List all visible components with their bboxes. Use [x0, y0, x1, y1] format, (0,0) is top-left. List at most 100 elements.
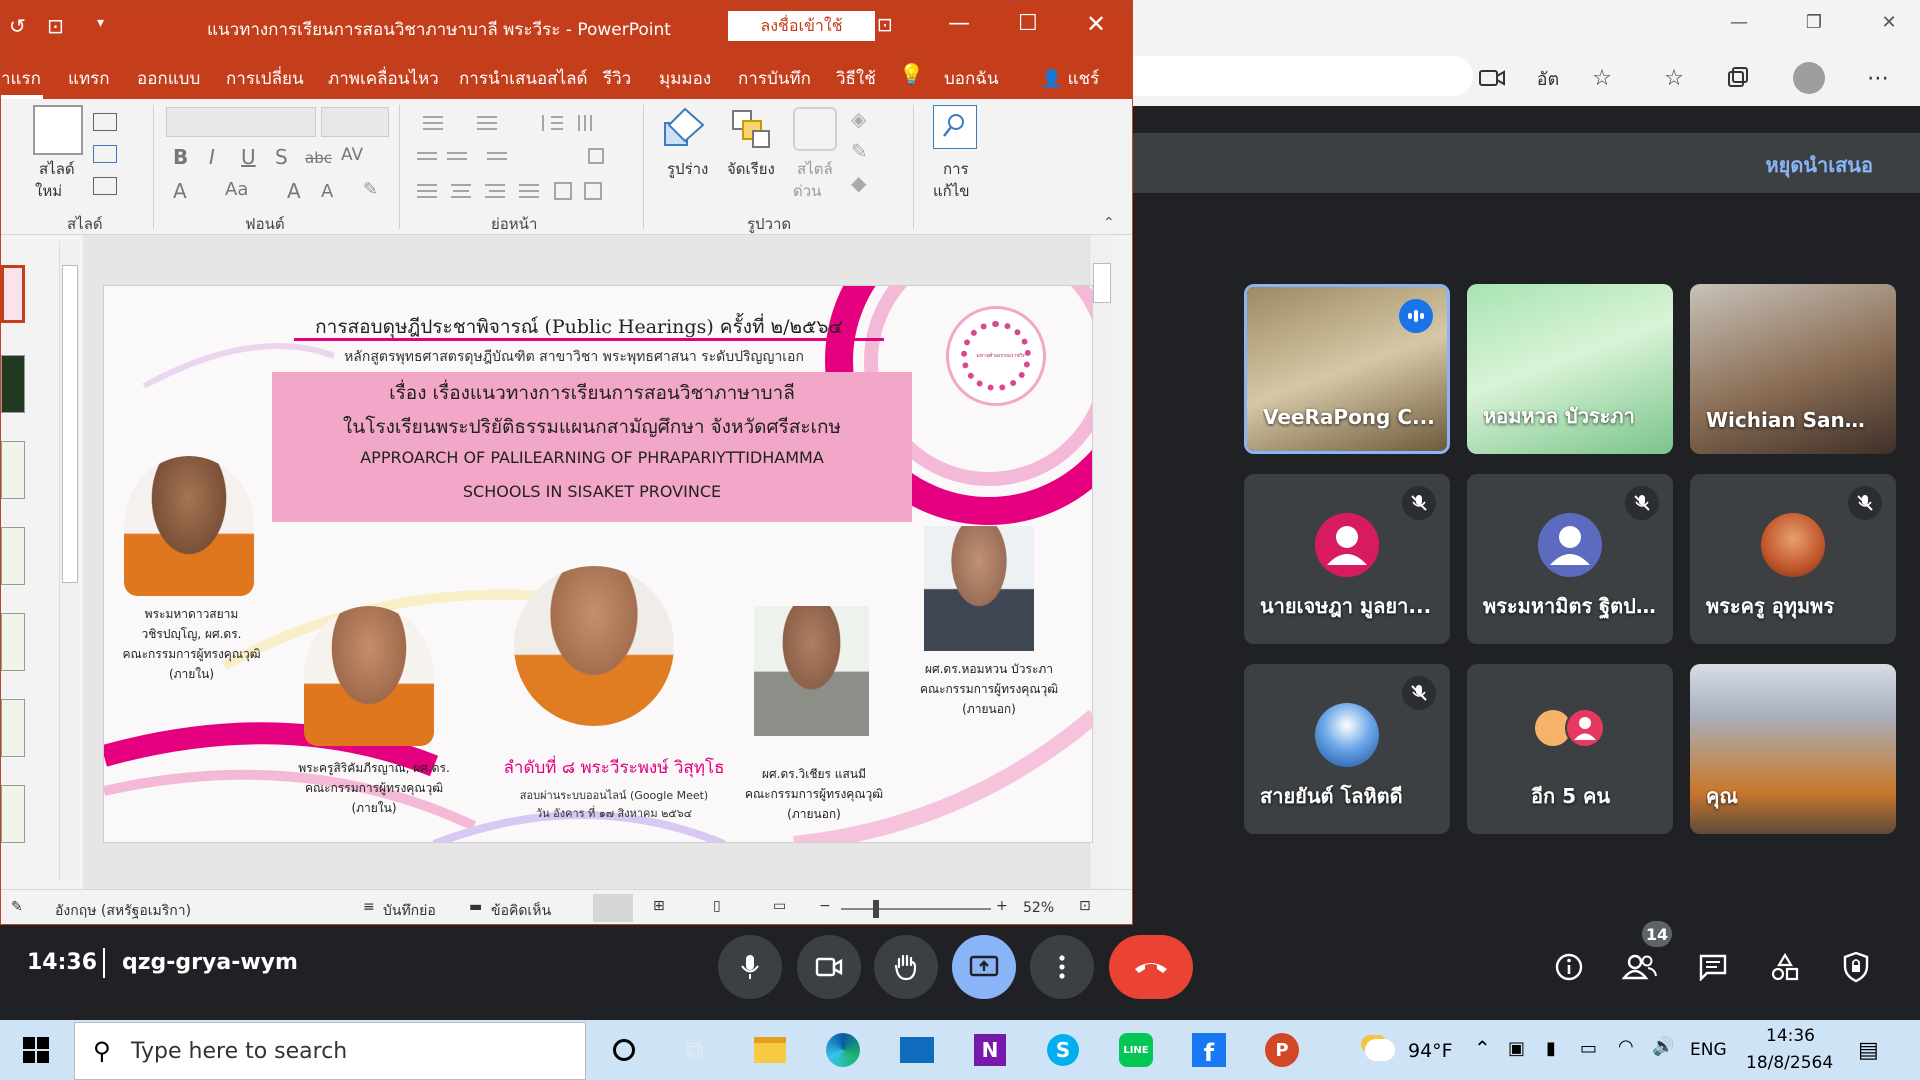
slide-thumbnail[interactable] — [1, 785, 25, 843]
more-options-button[interactable] — [1030, 935, 1094, 999]
slide-thumbnail[interactable] — [1, 441, 25, 499]
zoom-out-icon[interactable]: − — [819, 898, 831, 914]
paragraph-controls[interactable] — [413, 109, 609, 205]
favorite-add-icon[interactable]: ☆ — [1584, 60, 1620, 96]
microphone-tray-icon[interactable]: ▮ — [1546, 1038, 1556, 1059]
font-family-select[interactable] — [166, 107, 316, 137]
tell-me-search[interactable]: บอกฉัน — [944, 65, 999, 92]
show-hidden-icons[interactable]: ⌃ — [1474, 1036, 1491, 1060]
shapes-label[interactable]: รูปร่าง — [667, 157, 708, 181]
close-button[interactable]: ✕ — [1866, 6, 1912, 38]
taskbar-time[interactable]: 14:36 — [1766, 1026, 1815, 1046]
shadow-icon[interactable]: S — [275, 145, 288, 169]
ribbon-display-icon[interactable]: ⊡ — [877, 14, 893, 36]
ppt-maximize-button[interactable]: ☐ — [1018, 11, 1038, 36]
arrange-icon[interactable] — [729, 107, 773, 151]
participant-tile[interactable]: พระมหามิตร ฐิตป... — [1467, 474, 1673, 644]
shape-outline-icon[interactable]: ✎ — [851, 139, 868, 163]
share-button[interactable]: 👤 แชร์ — [1041, 65, 1099, 92]
slide-thumbnail[interactable] — [1, 699, 25, 757]
notes-icon[interactable]: ≡ — [363, 899, 375, 915]
zoom-in-icon[interactable]: + — [996, 898, 1008, 914]
more-participants-tile[interactable]: อีก 5 คน — [1467, 664, 1673, 834]
tab-transitions[interactable]: การเปลี่ยน — [226, 65, 304, 92]
notification-icon[interactable]: ▤ — [1858, 1038, 1879, 1063]
reading-view-icon[interactable]: ▯ — [713, 898, 721, 914]
slide-thumbnail[interactable] — [1, 355, 25, 413]
tab-record[interactable]: การบันทึก — [738, 65, 811, 92]
participant-tile[interactable]: หอมหวล บัวระภา — [1467, 284, 1673, 454]
quick-styles-icon[interactable] — [793, 107, 837, 151]
start-icon[interactable] — [12, 1026, 60, 1074]
normal-view-icon[interactable] — [593, 894, 633, 922]
italic-icon[interactable]: I — [209, 145, 215, 169]
participant-tile[interactable]: Wichian Sanm... — [1690, 284, 1896, 454]
powerpoint-taskbar-icon[interactable]: P — [1258, 1026, 1306, 1074]
char-spacing-icon[interactable]: AV — [341, 145, 363, 165]
facebook-icon[interactable]: f — [1185, 1026, 1233, 1074]
tab-home[interactable]: าแรก — [1, 65, 41, 92]
find-icon[interactable] — [933, 105, 977, 149]
input-language[interactable]: ENG — [1690, 1040, 1727, 1060]
weather-temp[interactable]: 94°F — [1408, 1040, 1453, 1062]
wifi-icon[interactable]: ◠ — [1618, 1036, 1634, 1057]
shape-effects-icon[interactable]: ◆ — [851, 171, 866, 195]
slideshow-view-icon[interactable]: ▭ — [773, 898, 786, 914]
editing-label-2[interactable]: แก้ไข — [933, 179, 970, 203]
shape-fill-icon[interactable]: ◈ — [851, 107, 866, 131]
bold-icon[interactable]: B — [173, 145, 188, 169]
quick-styles-label-2[interactable]: ด่วน — [793, 179, 821, 203]
slide-thumbnail[interactable] — [1, 613, 25, 671]
ppt-close-button[interactable]: ✕ — [1086, 10, 1106, 38]
line-icon[interactable]: LINE — [1112, 1026, 1160, 1074]
comments-button[interactable]: ข้อคิดเห็น — [491, 900, 551, 922]
cortana-icon[interactable] — [600, 1026, 648, 1074]
battery-icon[interactable]: ▭ — [1580, 1038, 1597, 1059]
autosave-icon[interactable]: ↺ — [9, 14, 26, 38]
onenote-icon[interactable]: N — [966, 1026, 1014, 1074]
quick-styles-label[interactable]: สไตล์ — [797, 157, 833, 181]
skype-icon[interactable]: S — [1039, 1026, 1087, 1074]
spelling-icon[interactable]: ✎ — [11, 899, 23, 915]
mail-icon[interactable] — [893, 1026, 941, 1074]
tab-review[interactable]: รีวิว — [603, 65, 631, 92]
shapes-icon[interactable] — [663, 107, 707, 151]
taskbar-search[interactable]: ⚲ Type here to search — [74, 1022, 586, 1080]
raise-hand-button[interactable] — [874, 935, 938, 999]
ppt-minimize-button[interactable]: — — [948, 11, 970, 36]
zoom-level[interactable]: 52% — [1023, 900, 1054, 916]
tab-slideshow[interactable]: การนำเสนอสไลด์ — [459, 65, 588, 92]
participant-tile[interactable]: นายเจษฎา มูลยา... — [1244, 474, 1450, 644]
layout-icon[interactable] — [93, 113, 117, 131]
meeting-details-icon[interactable] — [1537, 935, 1601, 999]
host-controls-icon[interactable] — [1824, 935, 1888, 999]
collections-icon[interactable] — [1720, 60, 1756, 96]
slide-sorter-icon[interactable]: ⊞ — [653, 898, 665, 914]
editing-label[interactable]: การ — [943, 157, 969, 181]
present-from-start-icon[interactable]: ⊡ — [47, 14, 64, 38]
stop-presenting-button[interactable]: หยุดนำเสนอ — [1765, 149, 1873, 181]
signin-button[interactable]: ลงชื่อเข้าใช้ — [728, 11, 875, 41]
volume-icon[interactable]: 🔊 — [1652, 1036, 1674, 1057]
font-color-icon[interactable]: A — [173, 179, 187, 203]
participant-tile-self[interactable]: คุณ — [1690, 664, 1896, 834]
thumbnail-scrollbar[interactable] — [59, 241, 79, 881]
reset-icon[interactable] — [93, 145, 117, 163]
weather-icon[interactable] — [1356, 1026, 1404, 1074]
tab-animations[interactable]: ภาพเคลื่อนไหว — [328, 65, 439, 92]
read-aloud-icon[interactable]: อัต — [1530, 60, 1566, 96]
shrink-font-icon[interactable]: A — [321, 181, 333, 202]
address-bar[interactable] — [1133, 56, 1473, 96]
new-slide-label[interactable]: สไลด์ — [39, 157, 75, 181]
fit-slide-icon[interactable]: ⊡ — [1079, 898, 1091, 914]
minimize-button[interactable]: — — [1716, 6, 1762, 38]
participant-tile[interactable]: สายยันต์ โลหิตดี — [1244, 664, 1450, 834]
new-slide-icon[interactable] — [33, 105, 83, 155]
favorites-icon[interactable]: ☆ — [1656, 60, 1692, 96]
font-size-select[interactable] — [321, 107, 389, 137]
slide-thumbnail[interactable] — [1, 265, 25, 323]
tab-view[interactable]: มุมมอง — [659, 65, 711, 92]
taskbar-date[interactable]: 18/8/2564 — [1746, 1053, 1833, 1073]
chat-icon[interactable] — [1681, 935, 1745, 999]
task-view-icon[interactable]: ⧉ — [671, 1026, 719, 1074]
